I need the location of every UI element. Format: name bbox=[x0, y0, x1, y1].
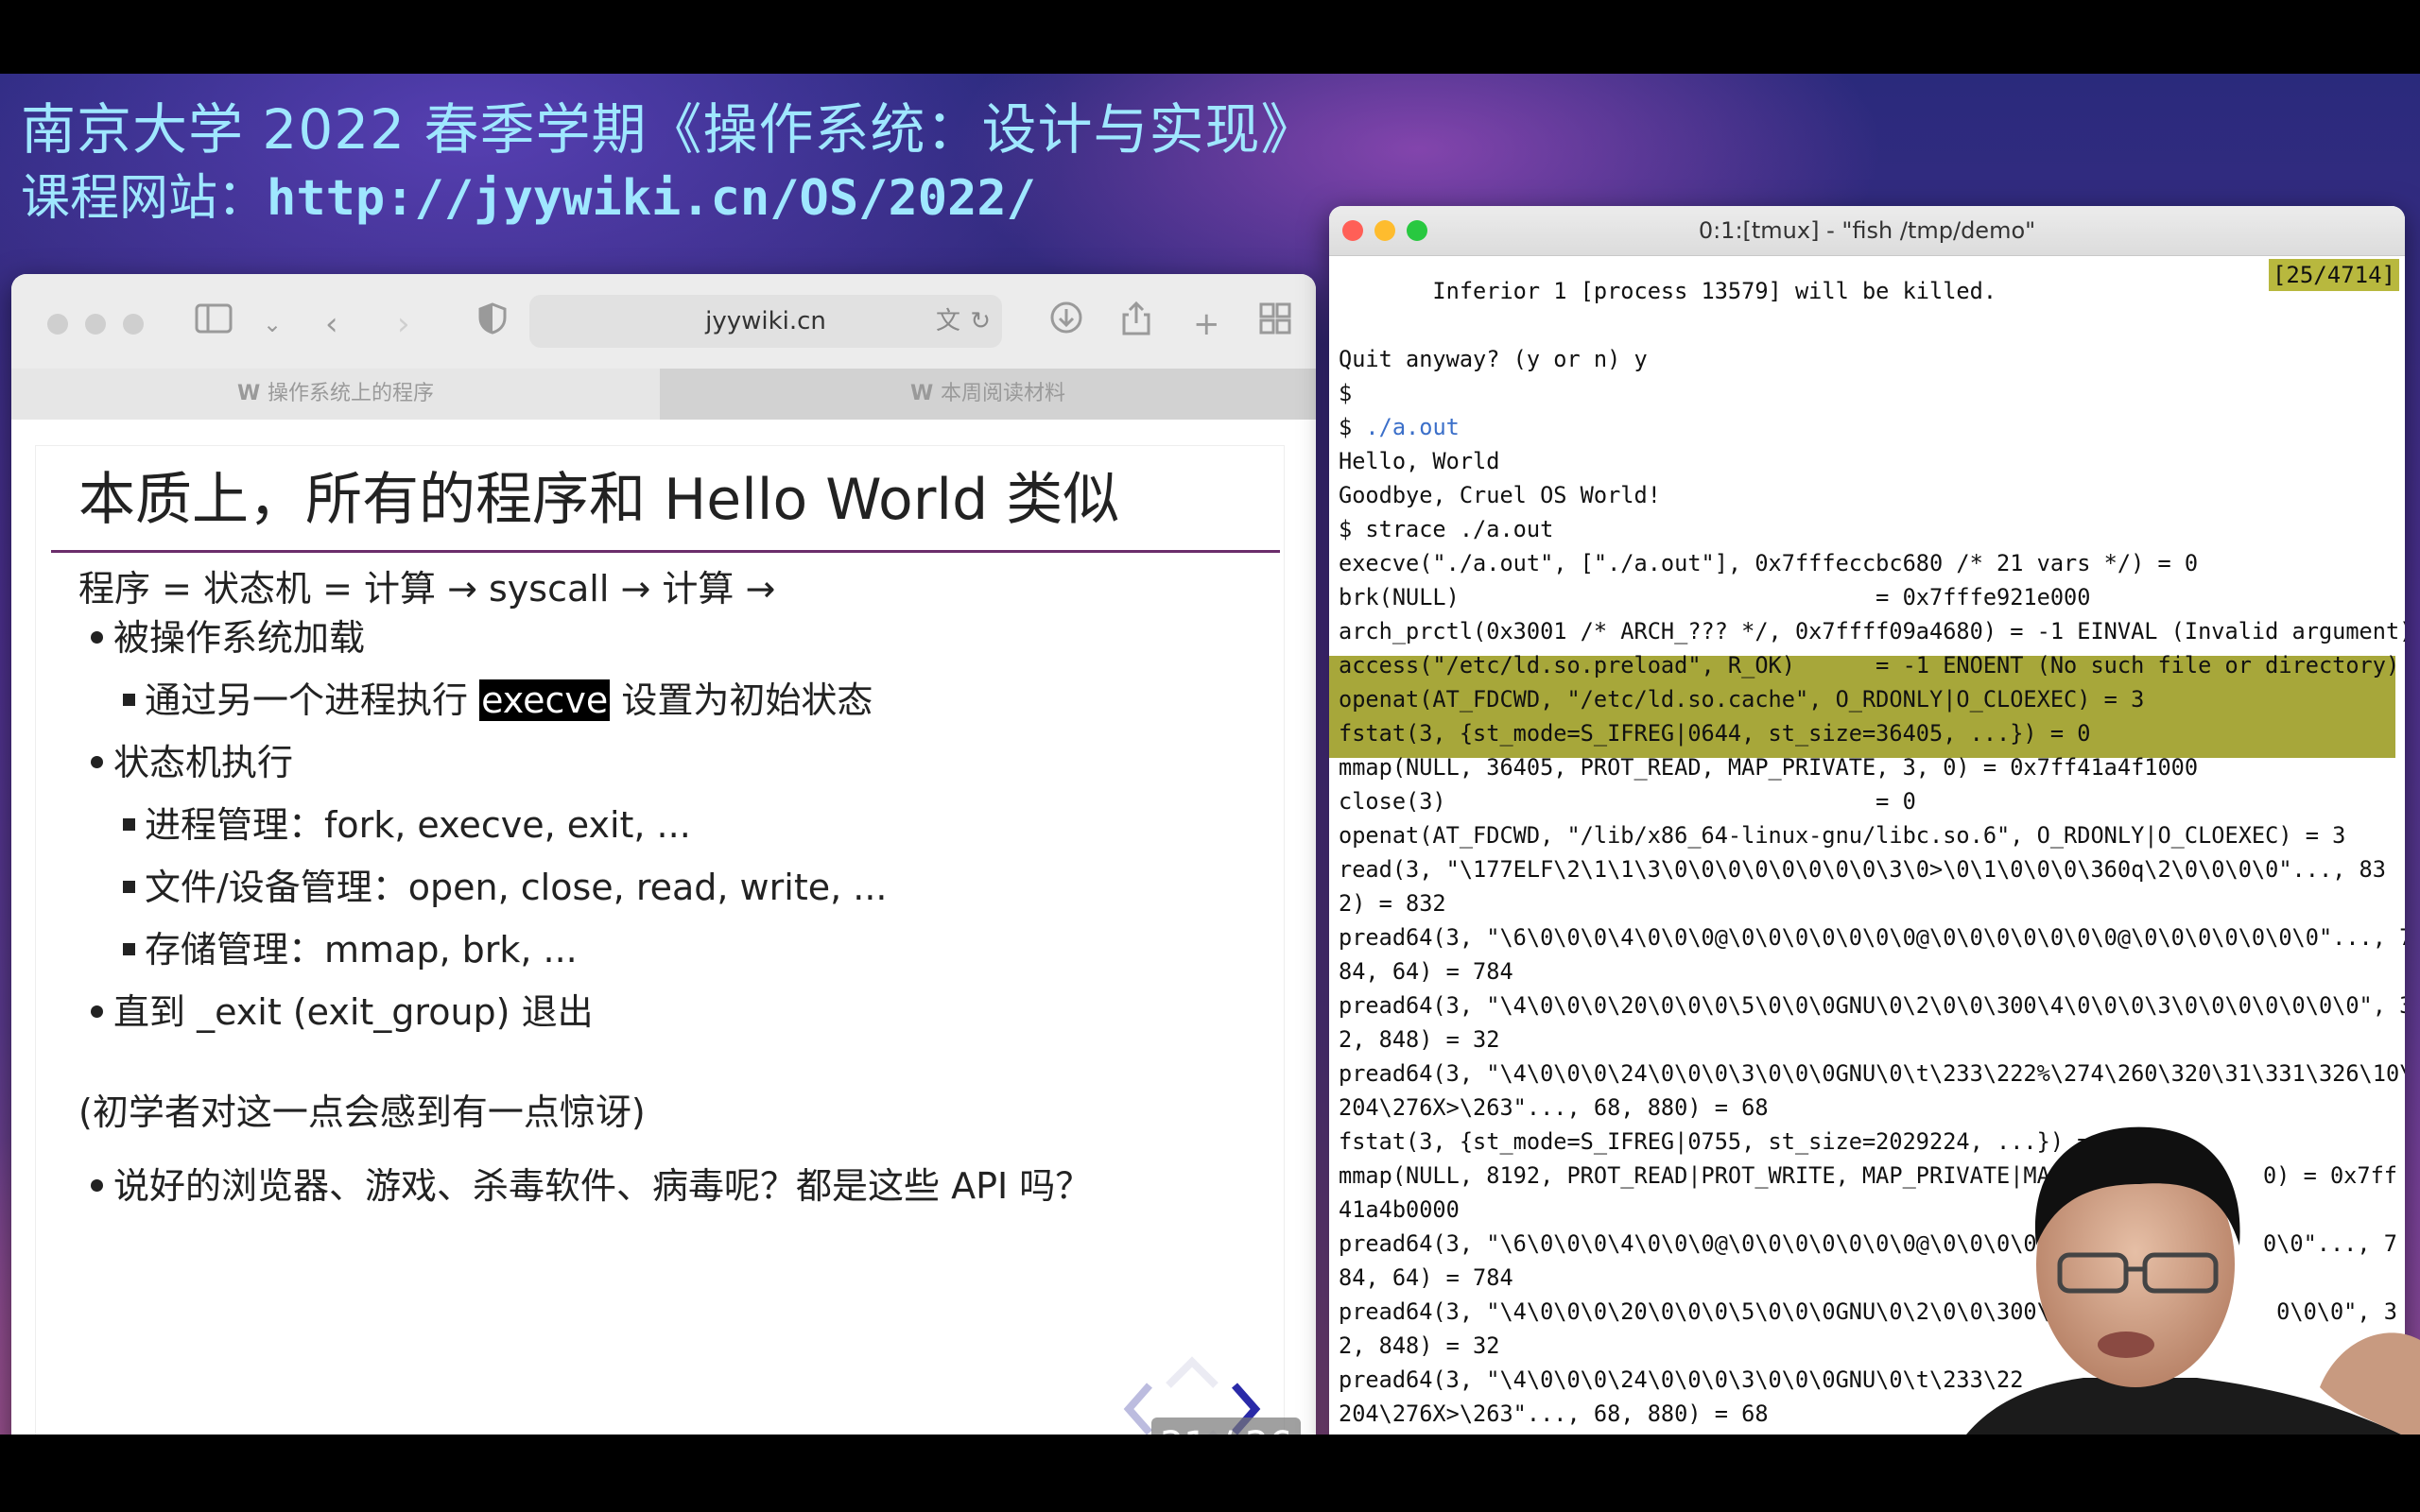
bullet-item: 状态机执行 bbox=[113, 742, 294, 783]
terminal-line: execve("./a.out", ["./a.out"], 0x7fffecc… bbox=[1339, 550, 2199, 576]
terminal-line: 204\276X>\263"..., 68, 880) = 68 bbox=[1339, 1094, 1769, 1121]
terminal-line: Goodbye, Cruel OS World! bbox=[1339, 482, 1661, 508]
browser-toolbar: ⌄ ‹ › jyywiki.cn 文 ↻ + bbox=[11, 274, 1316, 369]
terminal-line: arch_prctl(0x3001 /* ARCH_??? */, 0x7fff… bbox=[1339, 618, 2405, 644]
video-frame: 南京大学 2022 春季学期《操作系统：设计与实现》 课程网站：http://j… bbox=[0, 74, 2420, 1435]
square-bullet bbox=[123, 818, 135, 831]
course-site-label: 课程网站： bbox=[21, 170, 268, 227]
tab-bar: W 操作系统上的程序 W 本周阅读材料 bbox=[11, 369, 1316, 420]
minimize-dot[interactable] bbox=[85, 314, 106, 335]
terminal-line: 84, 64) = 784 bbox=[1339, 958, 1513, 985]
course-site-url[interactable]: http://jyywiki.cn/OS/2022/ bbox=[267, 170, 1036, 227]
sub-item-text: 设置为初始状态 bbox=[610, 679, 873, 721]
terminal-line: pread64(3, "\4\0\0\0\20\0\0\0\5\0\0\0GNU… bbox=[1339, 992, 2405, 1019]
watermark-text: …… bbox=[123, 1399, 199, 1435]
address-bar[interactable]: jyywiki.cn 文 ↻ bbox=[529, 295, 1002, 348]
bullet-item: 被操作系统加载 bbox=[113, 617, 366, 659]
wiki-icon: W bbox=[910, 382, 941, 405]
bullet-dot bbox=[91, 756, 103, 768]
slide-line: 程序 = 状态机 = 计算 → syscall → 计算 → bbox=[78, 568, 776, 610]
bullet-dot bbox=[91, 1005, 103, 1018]
tab-reading[interactable]: W 本周阅读材料 bbox=[660, 369, 1316, 420]
presenter-webcam bbox=[1966, 1126, 2420, 1435]
terminal-line: Inferior 1 [process 13579] will be kille… bbox=[1339, 278, 1997, 304]
terminal-line: pread64(3, "\6\0\0\0\4\0\0\0@\0\0\0\0\0\… bbox=[1339, 924, 2405, 951]
selected-text[interactable]: execve bbox=[479, 679, 611, 721]
terminal-line: openat(AT_FDCWD, "/lib/x86_64-linux-gnu/… bbox=[1339, 822, 2346, 849]
page-content: 本质上，所有的程序和 Hello World 类似 程序 = 状态机 = 计算 … bbox=[11, 420, 1316, 1435]
course-header: 南京大学 2022 春季学期《操作系统：设计与实现》 课程网站：http://j… bbox=[21, 94, 1316, 232]
tab-overview-icon[interactable] bbox=[1259, 301, 1291, 348]
terminal-line: 2) = 832 bbox=[1339, 890, 1446, 917]
terminal-line: 2, 848) = 32 bbox=[1339, 1332, 1500, 1359]
scroll-counter: [25/4714] bbox=[2268, 259, 2399, 291]
bilibili-logo: bilibili bbox=[388, 1389, 553, 1435]
sub-item: 进程管理：fork, execve, exit, ... bbox=[145, 804, 691, 846]
zoom-dot[interactable] bbox=[123, 314, 144, 335]
sub-item: 存储管理：mmap, brk, ... bbox=[145, 929, 578, 971]
slide: 本质上，所有的程序和 Hello World 类似 程序 = 状态机 = 计算 … bbox=[36, 446, 1284, 1435]
course-title: 南京大学 2022 春季学期《操作系统：设计与实现》 bbox=[21, 97, 1317, 162]
share-icon[interactable] bbox=[1121, 301, 1151, 350]
mouth bbox=[2098, 1332, 2154, 1358]
title-rule bbox=[51, 550, 1280, 553]
terminal-line: $ strace ./a.out bbox=[1339, 516, 1554, 542]
sub-item: 通过另一个进程执行 execve 设置为初始状态 bbox=[145, 677, 873, 724]
tab-os-programs[interactable]: W 操作系统上的程序 bbox=[11, 369, 660, 420]
terminal-line: 84, 64) = 784 bbox=[1339, 1264, 1513, 1291]
course-site: 课程网站：http://jyywiki.cn/OS/2022/ bbox=[21, 164, 1316, 232]
terminal-line: Quit anyway? (y or n) y bbox=[1339, 346, 1648, 372]
terminal-line: brk(NULL) = 0x7fffe921e000 bbox=[1339, 584, 2091, 610]
new-tab-icon[interactable]: + bbox=[1193, 301, 1220, 348]
square-bullet bbox=[123, 943, 135, 955]
bullet-dot bbox=[91, 631, 103, 644]
terminal-line: 2, 848) = 32 bbox=[1339, 1026, 1500, 1053]
tab-label: 操作系统上的程序 bbox=[267, 382, 434, 405]
terminal-line: $ ./a.out bbox=[1339, 410, 1460, 444]
translate-icon[interactable]: 文 bbox=[936, 295, 960, 348]
terminal-line: Hello, World bbox=[1339, 448, 1500, 474]
browser-window: ⌄ ‹ › jyywiki.cn 文 ↻ + W 操作系统上的程序 W 本周阅读… bbox=[11, 274, 1316, 1435]
terminal-line: mmap(NULL, 2036952, PROT_READ, MAP_PRIVA… bbox=[1339, 1431, 1956, 1435]
command-text: ./a.out bbox=[1365, 414, 1460, 440]
square-bullet bbox=[123, 881, 135, 893]
chevron-down-icon[interactable]: ⌄ bbox=[263, 301, 282, 348]
back-icon[interactable]: ‹ bbox=[325, 301, 338, 348]
terminal-line: access("/etc/ld.so.preload", R_OK) = -1 … bbox=[1339, 652, 2400, 679]
terminal-line: close(3) = 0 bbox=[1339, 788, 1916, 815]
terminal-line: $ bbox=[1339, 380, 1353, 406]
terminal-line: pread64(3, "\4\0\0\0\24\0\0\0\3\0\0\0GNU… bbox=[1339, 1060, 2405, 1087]
close-dot[interactable] bbox=[47, 314, 68, 335]
reload-icon[interactable]: ↻ bbox=[970, 295, 991, 348]
slide-title: 本质上，所有的程序和 Hello World 类似 bbox=[78, 467, 1120, 533]
download-icon[interactable] bbox=[1049, 301, 1083, 348]
sub-item: 文件/设备管理：open, close, read, write, ... bbox=[145, 867, 888, 908]
shield-icon[interactable] bbox=[478, 301, 507, 348]
nav-up-icon[interactable] bbox=[1166, 1356, 1219, 1388]
wiki-icon: W bbox=[237, 382, 268, 405]
terminal-title: 0:1:[tmux] - "fish /tmp/demo" bbox=[1698, 217, 2036, 244]
address-text: jyywiki.cn bbox=[705, 307, 826, 335]
slide-note: (初学者对这一点会感到有一点惊讶) bbox=[78, 1091, 646, 1133]
square-bullet bbox=[123, 694, 135, 706]
terminal-line: mmap(NULL, 36405, PROT_READ, MAP_PRIVATE… bbox=[1339, 754, 2199, 781]
nav-left-icon[interactable] bbox=[1123, 1383, 1153, 1435]
slide-pager: 31 / 36 bbox=[1151, 1418, 1301, 1435]
terminal-titlebar: 0:1:[tmux] - "fish /tmp/demo" bbox=[1329, 206, 2405, 256]
bullet-item: 直到 _exit (exit_group) 退出 bbox=[113, 991, 594, 1033]
terminal-line: 204\276X>\263"..., 68, 880) = 68 bbox=[1339, 1400, 1769, 1427]
bullet-dot bbox=[91, 1179, 103, 1192]
prompt: $ bbox=[1339, 414, 1366, 440]
sub-item-text: 通过另一个进程执行 bbox=[145, 679, 480, 721]
terminal-line: 41a4b0000 bbox=[1339, 1196, 1460, 1223]
tab-label: 本周阅读材料 bbox=[940, 382, 1065, 405]
sidebar-icon[interactable] bbox=[195, 301, 233, 348]
terminal-line: read(3, "\177ELF\2\1\1\3\0\0\0\0\0\0\0\0… bbox=[1339, 856, 2386, 883]
forward-icon[interactable]: › bbox=[397, 301, 410, 348]
terminal-line: fstat(3, {st_mode=S_IFREG|0644, st_size=… bbox=[1339, 720, 2091, 747]
terminal-line: openat(AT_FDCWD, "/etc/ld.so.cache", O_R… bbox=[1339, 686, 2145, 713]
bullet-item: 说好的浏览器、游戏、杀毒软件、病毒呢？都是这些 API 吗？ bbox=[113, 1165, 1092, 1207]
